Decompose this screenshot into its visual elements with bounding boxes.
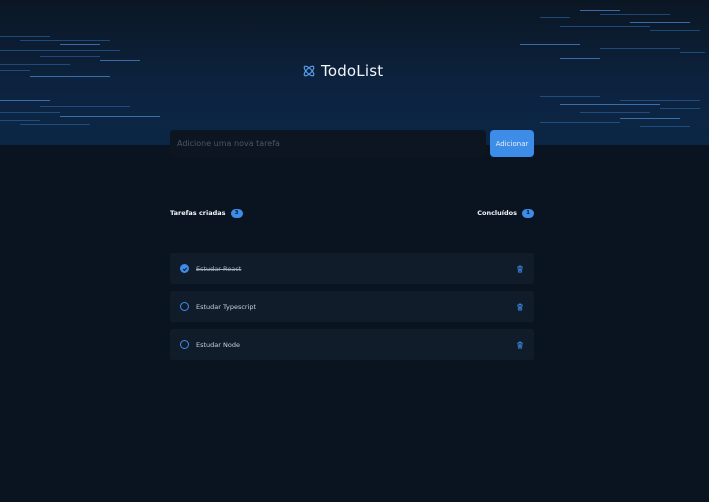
- banner-streak: [640, 126, 690, 127]
- banner-streak: [600, 14, 670, 15]
- banner-streak: [620, 118, 680, 119]
- banner-streak: [40, 56, 100, 57]
- banner-streak: [60, 44, 100, 45]
- trash-icon[interactable]: [516, 303, 524, 311]
- add-task-button[interactable]: Adicionar: [490, 130, 534, 157]
- banner-streak: [0, 50, 120, 51]
- banner-streak: [100, 60, 140, 61]
- banner-streak: [680, 52, 705, 53]
- created-counter: Tarefas criadas 3: [170, 208, 243, 218]
- task-checkbox[interactable]: [180, 340, 189, 349]
- completed-counter: Concluídos 1: [477, 208, 534, 218]
- task-text: Estudar React: [196, 264, 242, 273]
- banner-streak: [520, 44, 580, 45]
- task-list: Estudar React Estudar Typescript Estudar…: [170, 253, 534, 367]
- banner-streak: [600, 48, 680, 49]
- banner-streak: [630, 22, 690, 23]
- banner-streak: [620, 100, 700, 101]
- banner-streak: [60, 116, 160, 117]
- banner-streak: [0, 112, 60, 113]
- banner-streak: [40, 106, 130, 107]
- trash-icon[interactable]: [516, 341, 524, 349]
- banner-streak: [660, 108, 700, 109]
- trash-icon[interactable]: [516, 265, 524, 273]
- task-text: Estudar Node: [196, 340, 240, 349]
- banner-streak: [0, 64, 70, 65]
- banner-streak: [560, 104, 660, 105]
- banner-streak: [0, 70, 30, 71]
- banner-streak: [560, 58, 600, 59]
- banner-streak: [650, 30, 700, 31]
- banner-streak: [540, 122, 620, 123]
- app-logo: TodoList: [302, 61, 383, 81]
- task-item: Estudar Node: [170, 329, 534, 360]
- banner-streak: [0, 120, 40, 121]
- task-checkbox[interactable]: [180, 302, 189, 311]
- banner-streak: [540, 96, 600, 97]
- banner-streak: [30, 76, 110, 77]
- task-item: Estudar Typescript: [170, 291, 534, 322]
- atom-icon: [303, 65, 315, 77]
- banner-streak: [560, 26, 650, 27]
- banner-streak: [20, 40, 110, 41]
- checkmark-icon: [182, 266, 187, 271]
- task-counters: Tarefas criadas 3 Concluídos 1: [170, 207, 534, 219]
- new-task-form: Adicionar: [170, 130, 534, 157]
- task-text: Estudar Typescript: [196, 302, 257, 311]
- banner-streak: [540, 17, 570, 18]
- new-task-input[interactable]: [170, 130, 486, 157]
- completed-count-badge: 1: [522, 208, 534, 218]
- banner-streak: [580, 10, 620, 11]
- banner-streak: [20, 124, 90, 125]
- banner-streak: [0, 100, 50, 101]
- created-label: Tarefas criadas: [170, 209, 226, 217]
- banner-streak: [580, 112, 650, 113]
- app-title: TodoList: [321, 62, 384, 80]
- completed-label: Concluídos: [477, 209, 517, 217]
- task-checkbox[interactable]: [180, 264, 189, 273]
- created-count-badge: 3: [230, 208, 243, 218]
- banner-streak: [0, 36, 50, 37]
- task-item: Estudar React: [170, 253, 534, 284]
